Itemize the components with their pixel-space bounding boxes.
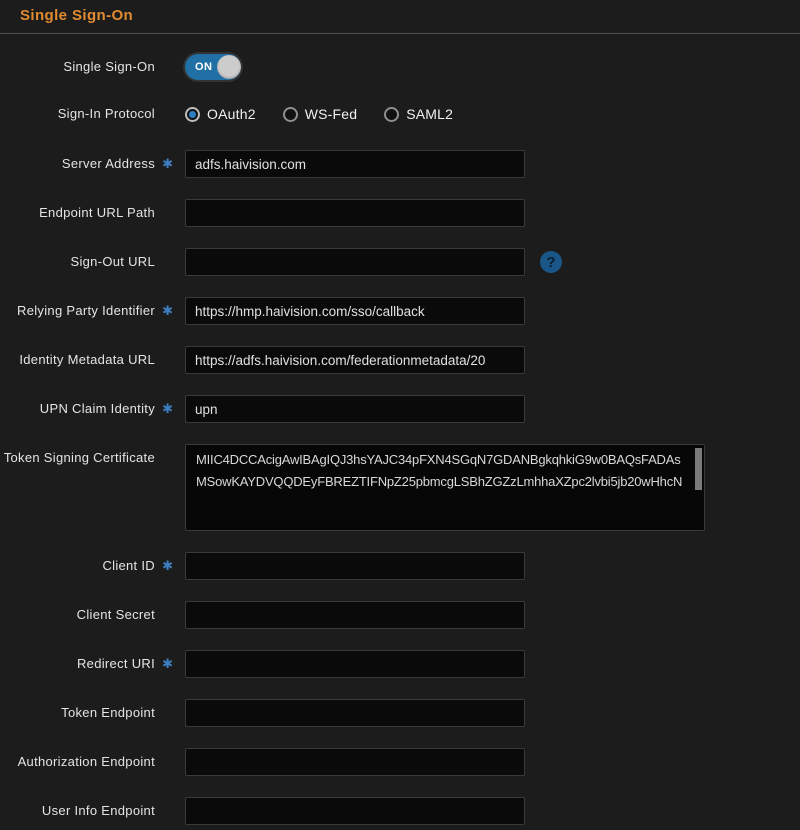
label-col: UPN Claim Identity ✱ [0,400,185,418]
required-asterisk-icon: ✱ [162,304,173,317]
server-address-label: Server Address [62,156,155,171]
row-token-endpoint: Token Endpoint [0,699,800,727]
radio-label: SAML2 [406,106,453,122]
sso-form: Single Sign-On ON Sign-In Protocol OAuth… [0,34,800,825]
label-col: Token Signing Certificate [0,444,185,467]
radio-option-saml2[interactable]: SAML2 [384,106,453,122]
relying-party-identifier-input[interactable] [185,297,525,325]
section-header: Single Sign-On [0,0,800,34]
radio-icon[interactable] [384,107,399,122]
label-col: Single Sign-On [0,58,185,76]
row-endpoint-url-path: Endpoint URL Path [0,199,800,227]
single-sign-on-toggle[interactable]: ON [185,54,241,80]
client-id-label: Client ID [102,558,155,573]
radio-label: WS-Fed [305,106,358,122]
user-info-endpoint-input[interactable] [185,797,525,825]
row-server-address: Server Address ✱ [0,150,800,178]
radio-option-ws-fed[interactable]: WS-Fed [283,106,358,122]
client-secret-input[interactable] [185,601,525,629]
label-col: Authorization Endpoint [0,753,185,771]
single-sign-on-label: Single Sign-On [63,59,155,74]
row-token-signing-certificate: Token Signing Certificate MIIC4DCCAcigAw… [0,444,800,531]
redirect-uri-label: Redirect URI [77,656,155,671]
row-client-secret: Client Secret [0,601,800,629]
label-col: Identity Metadata URL [0,351,185,369]
client-id-input[interactable] [185,552,525,580]
label-col: Redirect URI ✱ [0,655,185,673]
label-col: Sign-Out URL [0,253,185,271]
sign-out-url-input[interactable] [185,248,525,276]
radio-option-oauth2[interactable]: OAuth2 [185,106,256,122]
label-col: Client ID ✱ [0,557,185,575]
page-title: Single Sign-On [20,7,133,24]
scrollbar-thumb[interactable] [695,448,702,490]
row-upn-claim-identity: UPN Claim Identity ✱ [0,395,800,423]
required-asterisk-icon: ✱ [162,657,173,670]
label-col: Token Endpoint [0,704,185,722]
row-client-id: Client ID ✱ [0,552,800,580]
client-secret-label: Client Secret [77,607,155,622]
label-col: Endpoint URL Path [0,204,185,222]
row-sign-out-url: Sign-Out URL ? [0,248,800,276]
required-asterisk-icon: ✱ [162,157,173,170]
upn-claim-identity-input[interactable] [185,395,525,423]
token-endpoint-label: Token Endpoint [61,705,155,720]
redirect-uri-input[interactable] [185,650,525,678]
endpoint-url-path-input[interactable] [185,199,525,227]
radio-label: OAuth2 [207,106,256,122]
label-col: Server Address ✱ [0,155,185,173]
protocol-radio-group: OAuth2 WS-Fed SAML2 [185,106,453,122]
radio-icon[interactable] [185,107,200,122]
authorization-endpoint-label: Authorization Endpoint [18,754,155,769]
label-col: Relying Party Identifier ✱ [0,302,185,320]
sign-out-url-label: Sign-Out URL [70,254,155,269]
row-identity-metadata-url: Identity Metadata URL [0,346,800,374]
relying-party-identifier-label: Relying Party Identifier [17,303,155,318]
radio-icon[interactable] [283,107,298,122]
row-redirect-uri: Redirect URI ✱ [0,650,800,678]
authorization-endpoint-input[interactable] [185,748,525,776]
certificate-text: MIIC4DCCAcigAwIBAgIQJ3hsYAJC34pFXN4SGqN7… [186,445,692,530]
label-col: Client Secret [0,606,185,624]
token-signing-certificate-textarea[interactable]: MIIC4DCCAcigAwIBAgIQJ3hsYAJC34pFXN4SGqN7… [185,444,705,531]
required-asterisk-icon: ✱ [162,402,173,415]
user-info-endpoint-label: User Info Endpoint [42,803,155,818]
toggle-knob[interactable] [217,55,241,79]
row-single-sign-on-toggle: Single Sign-On ON [0,54,800,80]
help-icon[interactable]: ? [540,251,562,273]
row-relying-party-identifier: Relying Party Identifier ✱ [0,297,800,325]
endpoint-url-path-label: Endpoint URL Path [39,205,155,220]
server-address-input[interactable] [185,150,525,178]
identity-metadata-url-input[interactable] [185,346,525,374]
token-endpoint-input[interactable] [185,699,525,727]
upn-claim-identity-label: UPN Claim Identity [40,401,155,416]
identity-metadata-url-label: Identity Metadata URL [19,352,155,367]
required-asterisk-icon: ✱ [162,559,173,572]
sign-in-protocol-label: Sign-In Protocol [58,106,155,121]
label-col: User Info Endpoint [0,802,185,820]
row-authorization-endpoint: Authorization Endpoint [0,748,800,776]
label-col: Sign-In Protocol [0,105,185,123]
row-sign-in-protocol: Sign-In Protocol OAuth2 WS-Fed SAML2 [0,105,800,123]
row-user-info-endpoint: User Info Endpoint [0,797,800,825]
toggle-on-text: ON [195,61,213,73]
token-signing-certificate-label: Token Signing Certificate [4,450,155,465]
